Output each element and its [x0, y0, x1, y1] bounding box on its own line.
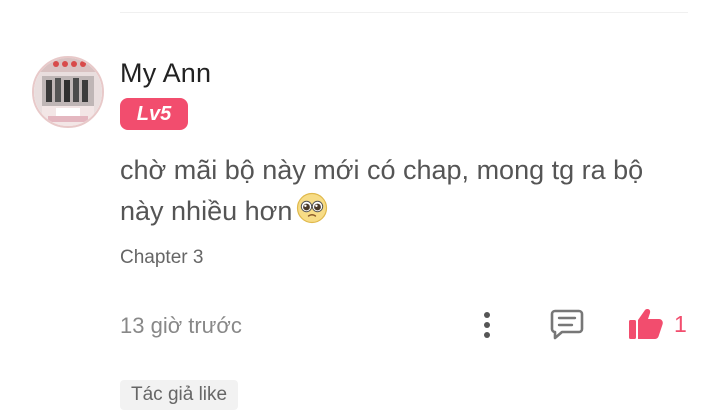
reply-button[interactable]: [548, 307, 586, 341]
more-vertical-icon: [484, 312, 490, 338]
like-count: 1: [674, 310, 687, 337]
avatar-image: [34, 58, 102, 126]
more-options-button[interactable]: [474, 308, 500, 342]
top-divider: [120, 12, 688, 13]
comment-body: chờ mãi bộ này mới có chap, mong tg ra b…: [120, 150, 680, 236]
author-like-tag: Tác giả like: [120, 380, 239, 410]
pleading-face-emoji: [296, 192, 328, 236]
comment-reply-icon: [550, 309, 584, 340]
username[interactable]: My Ann: [120, 58, 211, 89]
user-avatar[interactable]: [32, 56, 104, 128]
like-button[interactable]: 1: [628, 306, 687, 342]
comment-timestamp: 13 giờ trước: [120, 313, 242, 338]
thumbs-up-icon: [629, 309, 663, 339]
level-badge: Lv5: [120, 98, 188, 130]
chapter-label[interactable]: Chapter 3: [120, 247, 203, 269]
comment-text: chờ mãi bộ này mới có chap, mong tg ra b…: [120, 155, 644, 226]
